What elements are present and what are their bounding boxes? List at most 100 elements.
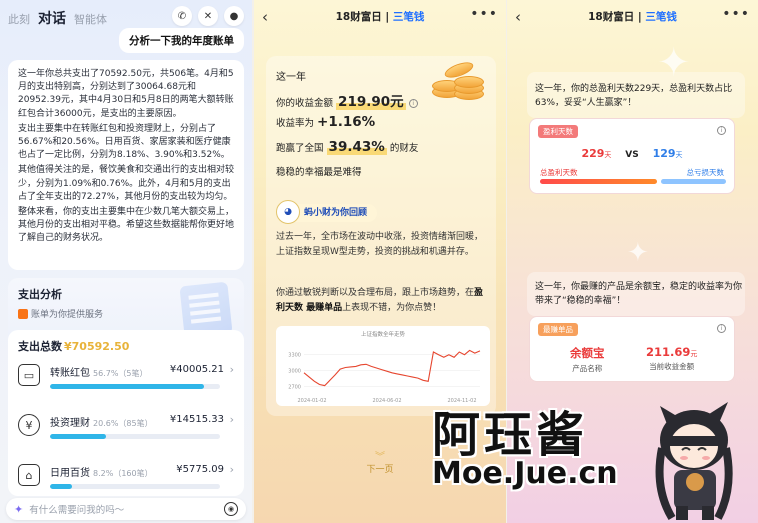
category-meta: 20.6%（85笔） [93, 419, 153, 428]
more-icon[interactable]: ••• [470, 6, 498, 22]
analysis-subtitle-text: 账单为你提供服务 [31, 310, 104, 320]
back-icon[interactable]: ‹ [515, 8, 521, 26]
answer-paragraph: 整体来看，你的支出主要集中在少数几笔大额交易上，其他月份的支出相对平稳。希望这些… [18, 207, 235, 244]
loss-days-label: 总亏损天数 [686, 168, 725, 177]
ant-mascot-icon: ◕ [276, 200, 300, 224]
bill-service-icon [18, 308, 28, 319]
profit-days-unit: 天 [604, 151, 612, 159]
beat-value: 39.43% [326, 139, 387, 155]
shop-icon: ⌂ [18, 464, 40, 486]
catgirl-mascot-icon [655, 402, 733, 521]
chart-title: 上证指数全年走势 [361, 330, 406, 338]
chat-input-bar[interactable]: ✦ 有什么需要问我的吗～ ◉ [6, 498, 246, 520]
tab-now[interactable]: 此刻 [8, 11, 30, 27]
chat-panel: 此刻 对话 智能体 ✆ ✕ ● 分析一下我的年度账单 这一年你总共支出了7059… [0, 0, 252, 523]
top-product-tag: 最赚单品 [538, 323, 578, 336]
year-line: 这一年 [276, 72, 306, 83]
logo-left-text: 18财富日 [335, 11, 382, 23]
product-name-label: 产品名称 [572, 364, 603, 373]
category-pct: 20.6% [93, 419, 119, 428]
product-income-unit: 元 [690, 350, 698, 358]
user-icon[interactable]: ● [224, 6, 244, 26]
profit-days-card: 盈利天数 i 229天 VS 129天 总盈利天数 总亏损天数 [529, 118, 735, 194]
category-amount: ¥14515.33 [169, 414, 224, 425]
spending-analysis-card[interactable]: 支出分析 账单为你提供服务 [8, 278, 244, 338]
voice-icon[interactable]: ◉ [224, 502, 238, 516]
days-compare: 229天 VS 129天 [530, 147, 734, 160]
product-name-block: 余额宝 产品名称 [570, 345, 605, 374]
page-header: ‹ 18财富日 | 三笔钱 ••• [507, 6, 758, 28]
more-icon[interactable]: ••• [722, 6, 750, 22]
chat-input-placeholder[interactable]: 有什么需要问我的吗～ [29, 502, 124, 516]
category-label: 转账红包 [50, 368, 90, 379]
income-line: 你的收益金额 219.90元 i [276, 90, 418, 110]
profit-days-label: 总盈利天数 [540, 168, 578, 177]
ant-review-label: 蚂小财为你回顾 [304, 208, 368, 218]
profit-intro-text: 这一年，你的总盈利天数229天，总盈利天数占比63%，妥妥“人生赢家”！ [535, 84, 733, 108]
rate-line: 收益率为 +1.16% [276, 114, 375, 130]
profit-days-bar [540, 179, 657, 184]
category-bar-fill [50, 484, 73, 489]
category-count: （85笔） [118, 419, 153, 428]
total-heading: 支出总数 ¥70592.50 [18, 338, 234, 354]
performance-text-pre: 你通过敏锐判断以及合理布局，跟上市场趋势，在 [276, 288, 475, 298]
top-product-text: 这一年，你最赚的产品是余额宝，稳定的收益率为你带来了“稳稳的幸福”！ [535, 282, 743, 306]
category-amount: ¥5775.09 [176, 464, 224, 475]
income-value: 219.90元 [336, 94, 406, 110]
tab-chat[interactable]: 对话 [38, 8, 66, 28]
chevron-right-icon: › [229, 463, 234, 476]
chevron-right-icon: › [229, 363, 234, 376]
user-message-bubble: 分析一下我的年度账单 [119, 28, 244, 53]
category-meta: 56.7%（5笔） [93, 369, 148, 378]
mute-icon[interactable]: ✕ [198, 6, 218, 26]
info-icon[interactable]: i [717, 126, 726, 135]
loss-days-value: 129 [652, 147, 676, 160]
profit-days-tag: 盈利天数 [538, 125, 578, 138]
market-paragraph: 过去一年，全市场在波动中收涨，投资情绪渐回暖，上证指数呈现W型走势，投资的挑战和… [276, 232, 484, 257]
category-label: 日用百货 [50, 468, 90, 479]
info-icon[interactable]: i [717, 324, 726, 333]
category-bar-fill [50, 384, 205, 389]
answer-paragraph: 这一年你总共支出了70592.50元，共506笔。4月和5月的支出特别高，分别达… [18, 69, 234, 119]
index-series-line [303, 349, 481, 387]
yen-icon: ¥ [18, 414, 40, 436]
page-header: ‹ 18财富日 | 三笔钱 ••• [254, 6, 506, 28]
category-amount: ¥40005.21 [169, 364, 224, 375]
index-line-chart: 上证指数全年走势 3300 3000 2700 2024-01-02 2024-06-02… [288, 330, 481, 404]
logo-right-text: 三笔钱 [645, 11, 677, 23]
category-count: （5笔） [118, 369, 148, 378]
beat-line: 跑赢了全国 39.43% 的财友 [276, 139, 418, 155]
category-list: ▭ 转账红包 56.7%（5笔） ¥40005.21 › ¥ 投资理财 20.6%（85笔） ¥… [18, 360, 234, 504]
top-icons: ✆ ✕ ● [172, 6, 244, 26]
info-icon[interactable]: i [408, 99, 418, 108]
phone-icon[interactable]: ✆ [172, 6, 192, 26]
product-income-label: 当前收益金额 [649, 362, 695, 371]
category-bar-track [50, 434, 220, 439]
chevron-right-icon: › [229, 413, 234, 426]
category-bar-track [50, 484, 220, 489]
luck-line: 稳稳的幸福最是难得 [276, 167, 362, 178]
logo-left-text: 18财富日 [588, 11, 635, 23]
tab-agent[interactable]: 智能体 [74, 11, 107, 27]
y-tick-label: 3300 [288, 353, 301, 359]
coin-stack-icon [424, 56, 488, 102]
sparkle-decoration-icon: ✦ [627, 238, 649, 268]
ant-review-badge: ◕ 蚂小财为你回顾 [276, 200, 378, 224]
category-pct: 56.7% [93, 369, 119, 378]
category-name: 投资理财 20.6%（85笔） [50, 414, 153, 429]
top-tabs: 此刻 对话 智能体 [8, 8, 107, 28]
product-name: 余额宝 [570, 346, 605, 360]
watermark-url: Moe.Jue.cn [432, 456, 618, 491]
top-product-card: 最赚单品 i 余额宝 产品名称 211.69元 当前收益金额 [529, 316, 735, 382]
x-tick-label: 2024-01-02 [297, 398, 326, 404]
category-row[interactable]: ▭ 转账红包 56.7%（5笔） ¥40005.21 › [18, 360, 234, 404]
category-row[interactable]: ¥ 投资理财 20.6%（85笔） ¥14515.33 › [18, 410, 234, 454]
category-meta: 8.2%（160笔） [93, 469, 153, 478]
back-icon[interactable]: ‹ [262, 8, 268, 26]
beat-prefix: 跑赢了全国 [276, 143, 324, 154]
category-bar-fill [50, 434, 107, 439]
sparkle-icon: ✦ [14, 502, 24, 516]
index-chart: 上证指数全年走势 3300 3000 2700 2024-01-02 2024-06-02… [276, 326, 490, 406]
category-pct: 8.2% [93, 469, 114, 478]
profit-days-value: 229 [581, 147, 605, 160]
